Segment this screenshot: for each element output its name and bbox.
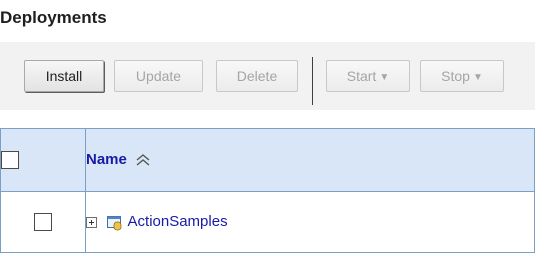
table-header-row: Name (0, 128, 535, 192)
stop-button[interactable]: Stop ▼ (420, 60, 504, 92)
name-column-header[interactable]: Name (85, 128, 535, 192)
install-button[interactable]: Install (24, 60, 104, 92)
start-button[interactable]: Start ▼ (326, 60, 410, 92)
delete-button[interactable]: Delete (216, 60, 298, 92)
start-button-label: Start (346, 68, 377, 84)
row-name-cell: ActionSamples (85, 191, 535, 253)
page-title: Deployments (0, 8, 107, 27)
row-select-cell (0, 191, 86, 253)
select-all-cell (0, 128, 86, 192)
deployments-table: Name ActionSamples (0, 128, 535, 253)
sort-icon-glyph (136, 153, 150, 166)
application-name-link[interactable]: ActionSamples (128, 213, 228, 230)
toolbar: Install Update Delete Start ▼ Stop ▼ (0, 42, 535, 110)
chevron-down-icon: ▼ (379, 72, 390, 83)
application-icon (107, 215, 122, 230)
sort-icon[interactable] (135, 153, 151, 169)
name-column-label: Name (86, 151, 127, 169)
table-row: ActionSamples (0, 191, 535, 253)
chevron-down-icon: ▼ (472, 72, 483, 83)
stop-button-label: Stop (441, 68, 470, 84)
update-button[interactable]: Update (114, 60, 203, 92)
select-all-checkbox[interactable] (1, 150, 19, 169)
toolbar-separator (312, 57, 313, 105)
row-checkbox[interactable] (34, 212, 52, 231)
expand-icon[interactable] (86, 217, 97, 229)
